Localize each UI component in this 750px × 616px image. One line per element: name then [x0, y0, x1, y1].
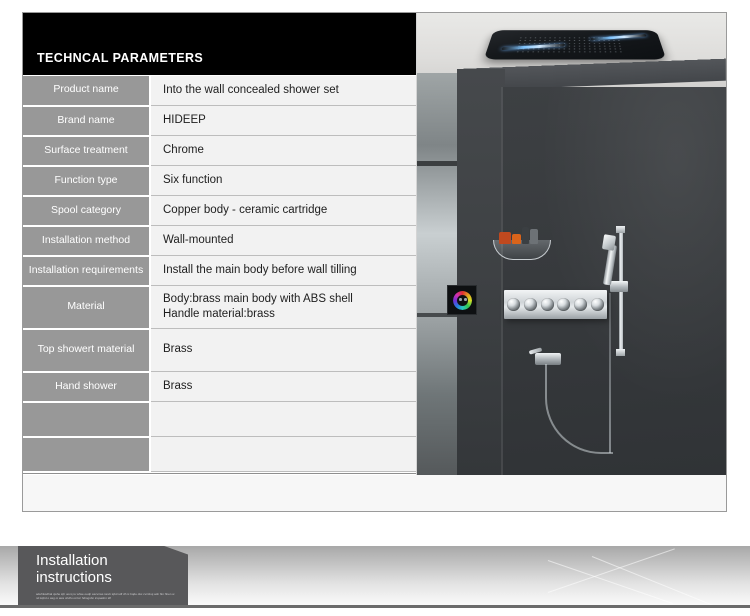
table-row: Hand shower Brass [23, 371, 416, 403]
control-pad-button [464, 298, 467, 301]
valve-knob [557, 297, 571, 311]
table-row: Function type Six function [23, 165, 416, 197]
spec-value-cell [150, 436, 416, 472]
footer-tag-subtext: adefnksdhal qwhe iqh uocq re whse oeqh a… [36, 591, 175, 601]
table-row: Installation method Wall-mounted [23, 225, 416, 257]
shower-hose [609, 293, 611, 453]
footer-baseline-rule [0, 605, 750, 608]
spec-label-cell: Spool category [23, 195, 151, 227]
rgb-led-control-pad-icon [447, 285, 477, 315]
page-title: TECHNCAL PARAMETERS [37, 51, 204, 65]
spec-label-cell: Hand shower [23, 371, 151, 403]
table-row: Spool category Copper body - ceramic car… [23, 195, 416, 227]
spec-value-line: Handle material:brass [163, 308, 275, 320]
spec-value-cell: Body:brass main body with ABS shell Hand… [150, 285, 416, 329]
table-row [23, 436, 416, 473]
valve-knob [590, 297, 604, 311]
spec-label-cell: Function type [23, 165, 151, 197]
spec-value-cell: Brass [150, 328, 416, 372]
technical-parameters-panel: TECHNCAL PARAMETERS Product name Into th… [23, 13, 416, 475]
spec-label-cell: Installation method [23, 225, 151, 257]
spec-label-cell: Installation requirements [23, 255, 151, 287]
spec-value-line: Body:brass main body with ABS shell [163, 292, 353, 305]
rgb-color-ring-icon [452, 290, 472, 310]
hand-shower-head [601, 234, 617, 251]
table-row: Brand name HIDEEP [23, 105, 416, 137]
spec-value-cell: Install the main body before wall tillin… [150, 255, 416, 286]
valve-knob [523, 297, 537, 311]
table-row: Material Body:brass main body with ABS s… [23, 285, 416, 330]
table-row: Installation requirements Install the ma… [23, 255, 416, 287]
valve-knob-row [507, 297, 604, 311]
rail-slider [610, 281, 628, 292]
spec-value-cell: Brass [150, 371, 416, 402]
footer-tag-title-line: instructions [36, 568, 112, 586]
table-row [23, 401, 416, 438]
card-bottom-strip [23, 475, 726, 511]
footer-tag-title-line: Installation [36, 552, 108, 569]
spec-card-body: TECHNCAL PARAMETERS Product name Into th… [23, 13, 726, 475]
spec-label-cell [23, 401, 151, 438]
shelf-bottle [499, 232, 511, 244]
side-pillar [457, 69, 505, 475]
product-spec-card: TECHNCAL PARAMETERS Product name Into th… [22, 12, 727, 512]
decorative-diagonal-line [547, 548, 675, 593]
installation-instructions-tag: Installation instructions adefnksdhal qw… [18, 546, 188, 607]
table-row: Product name Into the wall concealed sho… [23, 75, 416, 107]
thermostatic-valve-bar [504, 290, 607, 319]
spec-value-cell: Copper body - ceramic cartridge [150, 195, 416, 226]
spec-label-cell: Surface treatment [23, 135, 151, 167]
shelf-bottle [512, 234, 521, 244]
table-bottom-spacer [23, 472, 416, 475]
table-row: Top showert material Brass [23, 328, 416, 373]
table-row: Surface treatment Chrome [23, 135, 416, 167]
spec-label-cell: Material [23, 285, 151, 330]
valve-knob [540, 297, 554, 311]
spec-value-cell [150, 401, 416, 437]
rail-bracket [616, 349, 625, 356]
spec-label-cell: Product name [23, 75, 151, 107]
footer-tag-title: Installation instructions [36, 552, 178, 587]
spec-label-cell [23, 436, 151, 473]
spec-label-cell: Brand name [23, 105, 151, 137]
wall-corner-edge [501, 87, 503, 475]
technical-parameters-header: TECHNCAL PARAMETERS [23, 13, 416, 75]
spec-value-cell: Wall-mounted [150, 225, 416, 256]
ceiling-rain-shower-panel-icon [483, 30, 667, 60]
spec-value-cell: HIDEEP [150, 105, 416, 136]
control-pad-button [459, 298, 462, 301]
spec-value-cell: Chrome [150, 135, 416, 166]
spec-value-cell: Into the wall concealed shower set [150, 75, 416, 106]
product-photo [416, 13, 726, 475]
rail-bracket [616, 226, 625, 233]
specification-table-body: Product name Into the wall concealed sho… [23, 75, 416, 473]
shelf-bottle [530, 229, 538, 244]
spec-label-cell: Top showert material [23, 328, 151, 373]
spec-value-cell: Six function [150, 165, 416, 196]
valve-knob [507, 297, 520, 311]
shelf-bottle [522, 227, 529, 244]
specification-table: Product name Into the wall concealed sho… [23, 75, 416, 473]
valve-knob [574, 297, 588, 311]
